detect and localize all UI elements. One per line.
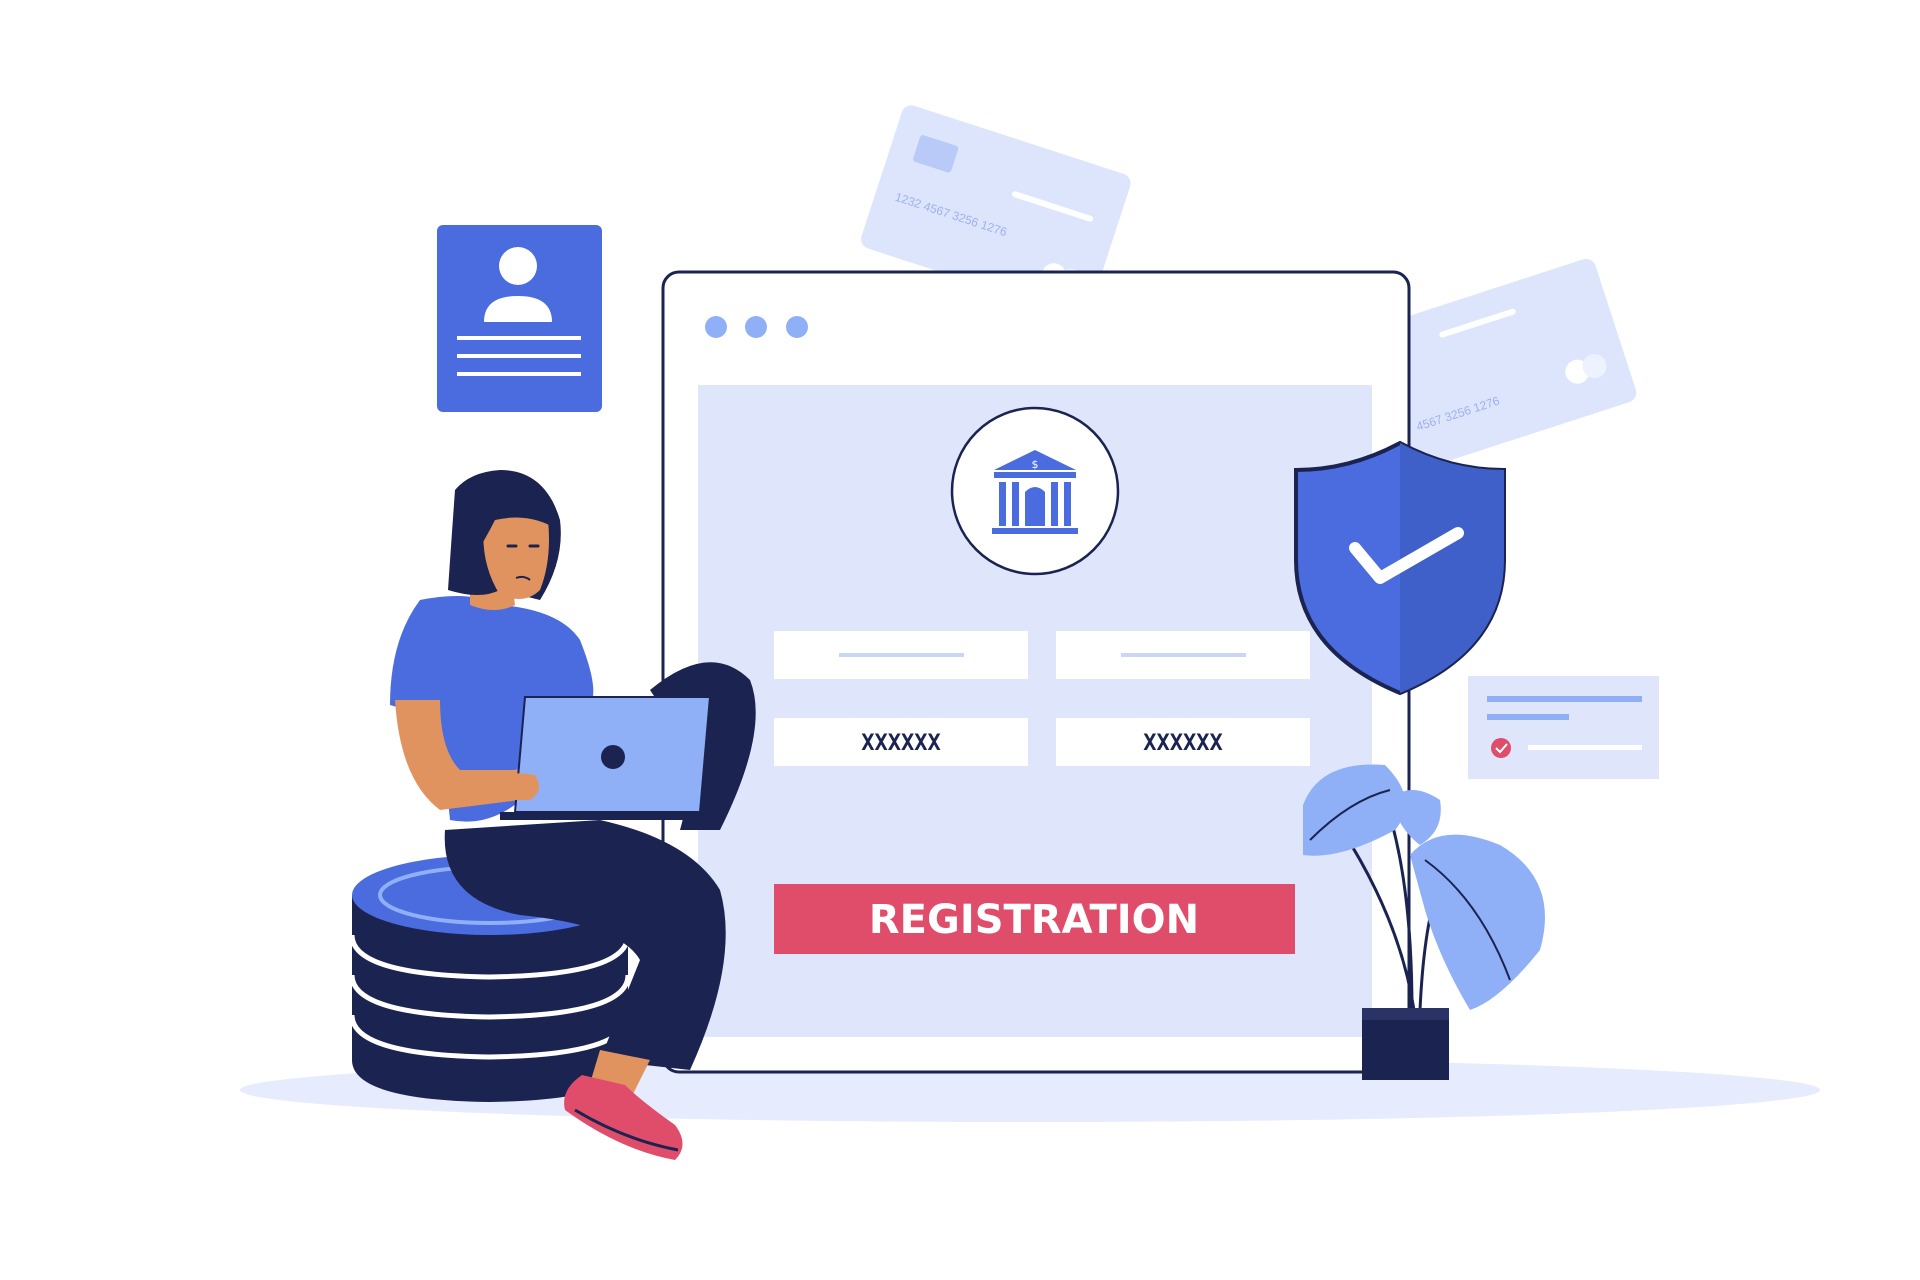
profile-card-icon — [437, 225, 602, 412]
window-dot-3 — [786, 316, 808, 338]
laptop-logo-icon — [601, 745, 625, 769]
registration-button[interactable]: REGISTRATION — [774, 884, 1295, 954]
illustration-scene: 1232 4567 3256 1276 4567 3256 1276 $ XXX… — [0, 0, 1920, 1280]
field-bottom-right-value: XXXXXX — [1143, 731, 1222, 756]
illustration-svg: 1232 4567 3256 1276 4567 3256 1276 $ XXX… — [240, 105, 1820, 1160]
window-dot-1 — [705, 316, 727, 338]
field-bottom-left-value: XXXXXX — [861, 731, 940, 756]
info-card — [1468, 676, 1659, 779]
registration-button-label: REGISTRATION — [869, 897, 1199, 943]
window-dot-2 — [745, 316, 767, 338]
bank-icon: $ — [950, 406, 1120, 576]
svg-text:$: $ — [1032, 458, 1039, 471]
